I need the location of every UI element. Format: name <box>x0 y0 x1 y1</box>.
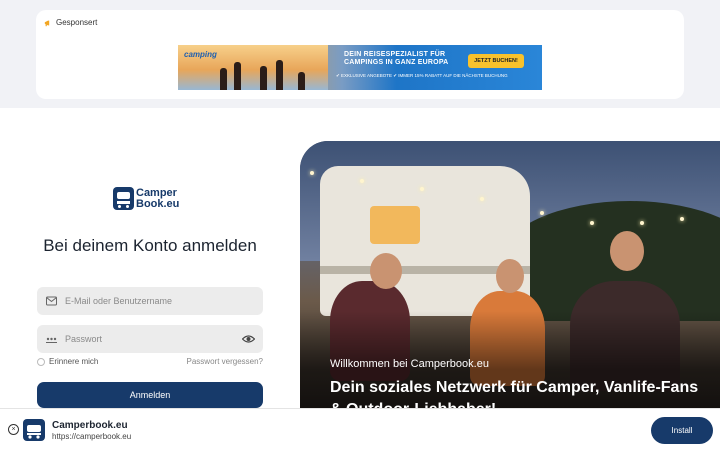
password-input[interactable] <box>65 325 235 353</box>
ad-headline: DEIN REISESPEZIALIST FÜR CAMPINGS IN GAN… <box>344 51 449 66</box>
remember-me-checkbox[interactable] <box>37 357 45 366</box>
sponsored-text: Gesponsert <box>56 18 98 27</box>
hero-tagline: Dein soziales Netzwerk für Camper, Vanli… <box>330 379 699 408</box>
password-field[interactable] <box>37 325 263 353</box>
camper-logo-icon <box>113 187 134 210</box>
camperbook-logo[interactable]: Camper Book.eu <box>113 187 179 210</box>
logo-line2: Book.eu <box>136 197 180 210</box>
remember-me[interactable]: Erinnere mich <box>37 357 98 366</box>
install-app-bar: × Camperbook.eu https://camperbook.eu In… <box>0 408 720 450</box>
sign-in-button[interactable]: Anmelden <box>37 382 263 408</box>
close-icon[interactable]: × <box>8 424 19 435</box>
ad-brand: camping <box>184 50 217 59</box>
hero-welcome-text: Willkommen bei Camperbook.eu <box>330 358 489 370</box>
forgot-password-link[interactable]: Passwort vergessen? <box>187 357 263 366</box>
sponsored-card: Gesponsert camping DEIN REISESPEZIALIST … <box>36 10 684 99</box>
remember-me-label: Erinnere mich <box>49 357 99 366</box>
sponsored-label: Gesponsert <box>44 18 97 27</box>
app-name: Camperbook.eu <box>52 420 128 431</box>
ad-cta-button[interactable]: JETZT BUCHEN! <box>468 54 524 68</box>
logo-line1: Camper <box>136 186 177 199</box>
password-dots-icon <box>46 337 57 343</box>
app-url: https://camperbook.eu <box>52 432 132 441</box>
app-icon <box>23 419 45 441</box>
logo-text: Camper Book.eu <box>136 186 180 210</box>
install-button[interactable]: Install <box>651 417 713 444</box>
show-password-eye-icon[interactable] <box>242 334 255 344</box>
main-content: Camper Book.eu Bei deinem Konto anmelden… <box>0 108 720 408</box>
ad-banner[interactable]: camping DEIN REISESPEZIALIST FÜR CAMPING… <box>178 45 542 90</box>
ad-perks: ✔ EXKLUSIVE ANGEBOTE ✔ IMMER 15% RABATT … <box>336 73 508 78</box>
mail-icon <box>46 296 57 306</box>
hero-image: Willkommen bei Camperbook.eu Dein sozial… <box>300 141 720 408</box>
login-title: Bei deinem Konto anmelden <box>43 236 257 255</box>
megaphone-icon <box>44 20 50 26</box>
email-input[interactable] <box>65 287 235 315</box>
email-field[interactable] <box>37 287 263 315</box>
